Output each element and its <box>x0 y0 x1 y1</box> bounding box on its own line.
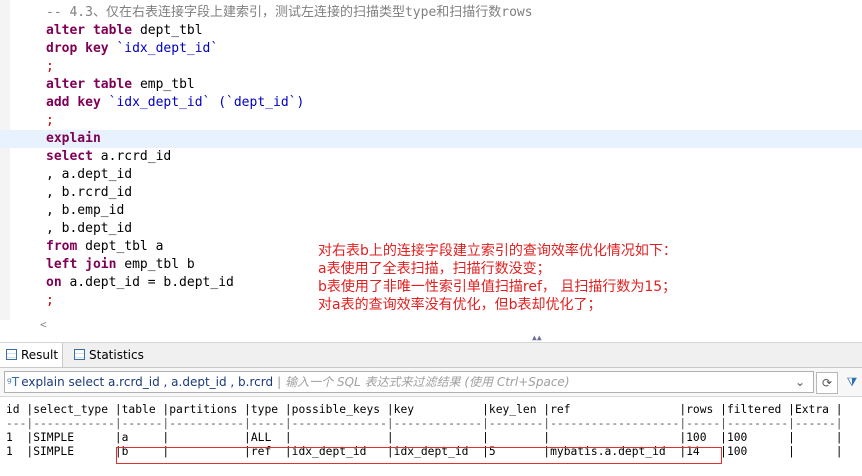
code-line: from dept_tbl a <box>46 239 164 254</box>
scroll-left-icon[interactable]: < <box>40 318 47 331</box>
code-line: ; <box>46 113 54 128</box>
grid-icon <box>6 349 17 360</box>
filter-icon[interactable]: ⧩ <box>842 372 862 392</box>
tab-statistics[interactable]: Statistics <box>68 343 170 367</box>
result-tabs: Result Statistics <box>0 342 862 368</box>
code-line: select a.rcrd_id <box>46 149 172 164</box>
tab-result[interactable]: Result <box>0 343 63 367</box>
code-line: on a.dept_id = b.dept_id <box>46 275 234 290</box>
sql-icon: ᵍT <box>7 375 20 389</box>
table-header: id |select_type |table |partitions |type… <box>6 403 843 416</box>
table-divider: ---|------------|------|-----------|----… <box>6 417 843 430</box>
sql-editor[interactable]: -- 4.3、仅在右表连接字段上建索引，测试左连接的扫描类型type和扫描行数r… <box>0 0 862 320</box>
grid-icon <box>74 349 85 360</box>
code-line: , a.dept_id <box>46 167 133 182</box>
chevron-down-icon[interactable]: ⌄ <box>790 372 810 392</box>
code-line: , b.rcrd_id <box>46 185 133 200</box>
current-line: explain <box>0 130 862 148</box>
filter-bar: ᵍT explain select a.rcrd_id , a.dept_id ,… <box>0 368 862 397</box>
horizontal-scrollbar[interactable]: < <box>40 318 862 332</box>
line-gutter <box>0 0 10 320</box>
code-line: , b.emp_id <box>46 203 125 218</box>
code-line: add key `idx_dept_id` (`dept_id`) <box>46 95 305 110</box>
result-grid: id |select_type |table |partitions |type… <box>0 398 862 476</box>
code-line: alter table dept_tbl <box>46 23 203 38</box>
filter-input[interactable]: ᵍT explain select a.rcrd_id , a.dept_id ,… <box>4 371 814 393</box>
comment-line: -- 4.3、仅在右表连接字段上建索引，测试左连接的扫描类型type和扫描行数r… <box>46 5 533 20</box>
fold-margin <box>10 0 38 320</box>
code-line: , b.dept_id <box>46 221 133 236</box>
code-line: drop key `idx_dept_id` <box>46 41 219 56</box>
panel-resize-handle[interactable]: ▲▲ <box>532 333 542 342</box>
highlight-box <box>116 447 722 464</box>
table-row: 1 |SIMPLE |a | |ALL | | | | |100 |100 | … <box>6 431 843 444</box>
annotation-note: 对右表b上的连接字段建立索引的查询效率优化情况如下： a表使用了全表扫描，扫描行数… <box>318 243 677 313</box>
code-line: alter table emp_tbl <box>46 77 195 92</box>
code-line: ; <box>46 293 54 308</box>
refresh-icon[interactable]: ⟳ <box>816 372 838 394</box>
code-line: ; <box>46 59 54 74</box>
code-line: left join emp_tbl b <box>46 257 195 272</box>
